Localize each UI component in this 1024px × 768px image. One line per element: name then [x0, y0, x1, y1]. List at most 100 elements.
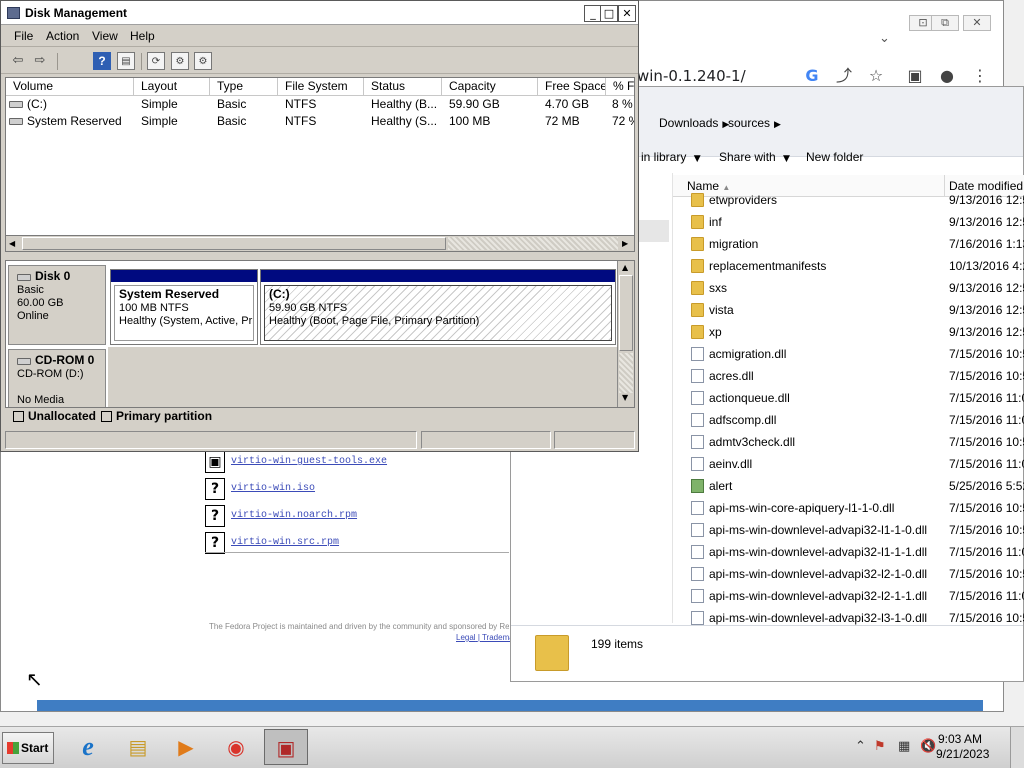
vertical-scrollbar[interactable]: ▲ ▼	[617, 261, 634, 407]
breadcrumb-sources[interactable]: sources ▶	[728, 116, 781, 130]
scrollbar-thumb[interactable]	[619, 275, 633, 351]
file-explorer-icon[interactable]: ▤	[116, 729, 160, 765]
browser-close-button[interactable]: ✕	[963, 15, 991, 31]
menu-view[interactable]: View	[92, 29, 118, 43]
scroll-down-icon[interactable]: ▼	[622, 393, 628, 402]
table-cell: 100 MB	[449, 114, 491, 128]
clock-time: 9:03 AM	[937, 732, 983, 746]
breadcrumb-downloads[interactable]: Downloads ▶	[659, 116, 729, 130]
partition-c-drive[interactable]: (C:) 59.90 GB NTFS Healthy (Boot, Page F…	[260, 269, 616, 345]
new-folder-button[interactable]: New folder	[806, 150, 863, 164]
menu-action[interactable]: Action	[46, 29, 79, 43]
file-row[interactable]: acmigration.dll 7/15/2016 10:5	[687, 343, 1024, 365]
file-row[interactable]: api-ms-win-downlevel-advapi32-l2-1-0.dll…	[687, 563, 1024, 585]
help-icon[interactable]: ?	[93, 52, 111, 70]
internet-explorer-icon[interactable]: e	[66, 729, 110, 765]
scrollbar-track[interactable]	[619, 353, 633, 393]
properties-icon[interactable]: ▤	[117, 52, 135, 70]
file-row[interactable]: actionqueue.dll 7/15/2016 11:0	[687, 387, 1024, 409]
system-clock[interactable]: 9:03 AM 9/21/2023	[936, 732, 989, 762]
file-link[interactable]: virtio-win.noarch.rpm	[231, 510, 357, 521]
share-with-button[interactable]: Share with ▼	[719, 150, 790, 164]
file-row[interactable]: alert 5/25/2016 5:52	[687, 475, 1024, 497]
scroll-up-icon[interactable]: ▲	[622, 263, 628, 272]
menu-help[interactable]: Help	[130, 29, 155, 43]
close-button[interactable]: ✕	[618, 5, 636, 22]
scroll-right-icon[interactable]: ▶	[622, 239, 628, 248]
profile-avatar-icon[interactable]: ●	[936, 65, 958, 87]
column-header-percent-free[interactable]: % Fr	[606, 78, 634, 96]
file-date-modified: 10/13/2016 4:2	[949, 259, 1024, 273]
column-header-layout[interactable]: Layout	[134, 78, 210, 96]
column-header-volume[interactable]: Volume	[6, 78, 134, 96]
cdrom-0-label[interactable]: CD-ROM 0 CD-ROM (D:) No Media	[8, 349, 106, 407]
back-arrow-icon[interactable]: ⇦	[9, 52, 27, 70]
file-link[interactable]: virtio-win.iso	[231, 483, 315, 494]
legal-link[interactable]: Legal	[456, 633, 476, 642]
cdrom-media-area[interactable]	[108, 347, 618, 407]
divider	[205, 552, 509, 553]
side-panel-icon[interactable]: ▣	[904, 65, 926, 87]
file-link[interactable]: virtio-win.src.rpm	[231, 537, 339, 548]
volume-muted-icon[interactable]: 🔇	[920, 739, 936, 754]
column-header-type[interactable]: Type	[210, 78, 278, 96]
browser-menu-icon[interactable]: ⋮	[969, 65, 991, 87]
bookmark-star-icon[interactable]: ☆	[865, 65, 887, 87]
browser-restore-button[interactable]: ⧉	[931, 15, 959, 31]
file-row[interactable]: adfscomp.dll 7/15/2016 11:0	[687, 409, 1024, 431]
media-player-icon[interactable]: ▶	[164, 729, 208, 765]
computer-management-icon[interactable]: ▣	[264, 729, 308, 765]
list-item: ? virtio-win.iso	[205, 478, 509, 505]
file-row[interactable]: inf 9/13/2016 12:5	[687, 211, 1024, 233]
horizontal-scrollbar[interactable]: ◀ ▶	[5, 235, 635, 252]
title-bar[interactable]: Disk Management _ □ ✕	[1, 1, 638, 25]
column-header-free-space[interactable]: Free Space	[538, 78, 606, 96]
file-row[interactable]: migration 7/16/2016 1:13	[687, 233, 1024, 255]
chrome-icon[interactable]: ◉	[214, 729, 258, 765]
disk-0-label[interactable]: Disk 0 Basic 60.00 GB Online	[8, 265, 106, 345]
action-center-icon[interactable]: ⚑	[874, 739, 886, 754]
file-row[interactable]: xp 9/13/2016 12:5	[687, 321, 1024, 343]
volume-name[interactable]: (C:)	[9, 96, 133, 113]
file-row[interactable]: api-ms-win-downlevel-advapi32-l2-1-1.dll…	[687, 585, 1024, 607]
volume-name[interactable]: System Reserved	[9, 113, 133, 130]
show-desktop-button[interactable]	[1010, 727, 1024, 768]
google-lens-icon[interactable]: G	[801, 65, 823, 87]
show-hidden-icons-icon[interactable]: ⌃	[855, 739, 866, 754]
share-icon[interactable]: ⤴	[833, 65, 855, 87]
file-row[interactable]: api-ms-win-downlevel-advapi32-l3-1-0.dll…	[687, 607, 1024, 625]
file-row[interactable]: aeinv.dll 7/15/2016 11:0	[687, 453, 1024, 475]
file-date-modified: 7/15/2016 11:0	[949, 545, 1024, 559]
column-header-file-system[interactable]: File System	[278, 78, 364, 96]
scrollbar-thumb[interactable]	[22, 237, 446, 250]
file-link[interactable]: virtio-win-guest-tools.exe	[231, 456, 387, 467]
file-row[interactable]: api-ms-win-core-apiquery-l1-1-0.dll 7/15/…	[687, 497, 1024, 519]
file-row[interactable]: admtv3check.dll 7/15/2016 10:5	[687, 431, 1024, 453]
tab-search-chevron-icon[interactable]: ⌄	[879, 31, 890, 46]
refresh-icon[interactable]: ⟳	[147, 52, 165, 70]
file-row[interactable]: api-ms-win-downlevel-advapi32-l1-1-0.dll…	[687, 519, 1024, 541]
include-in-library-button[interactable]: in library ▼	[641, 150, 701, 164]
file-row[interactable]: api-ms-win-downlevel-advapi32-l1-1-1.dll…	[687, 541, 1024, 563]
column-header-capacity[interactable]: Capacity	[442, 78, 538, 96]
partition-system-reserved[interactable]: System Reserved 100 MB NTFS Healthy (Sys…	[110, 269, 258, 345]
list-item: ▣ virtio-win-guest-tools.exe	[205, 451, 509, 478]
settings-icon[interactable]: ⚙	[171, 52, 189, 70]
column-header-status[interactable]: Status	[364, 78, 442, 96]
maximize-button[interactable]: □	[600, 5, 618, 22]
menu-file[interactable]: File	[14, 29, 33, 43]
scroll-left-icon[interactable]: ◀	[9, 239, 15, 248]
forward-arrow-icon[interactable]: ⇨	[31, 52, 49, 70]
file-row[interactable]: etwproviders 9/13/2016 12:5	[687, 189, 1024, 211]
scrollbar-track[interactable]	[448, 237, 618, 250]
table-cell: Basic	[217, 97, 247, 111]
network-icon[interactable]: ▦	[898, 739, 910, 754]
rescan-disks-icon[interactable]: ⚙	[194, 52, 212, 70]
file-row[interactable]: sxs 9/13/2016 12:5	[687, 277, 1024, 299]
file-row[interactable]: acres.dll 7/15/2016 10:5	[687, 365, 1024, 387]
file-row[interactable]: replacementmanifests 10/13/2016 4:2	[687, 255, 1024, 277]
file-row[interactable]: vista 9/13/2016 12:5	[687, 299, 1024, 321]
navigation-selected-item[interactable]	[637, 220, 669, 242]
start-button[interactable]: Start	[2, 732, 54, 764]
legend-unallocated: Unallocated	[28, 409, 97, 423]
